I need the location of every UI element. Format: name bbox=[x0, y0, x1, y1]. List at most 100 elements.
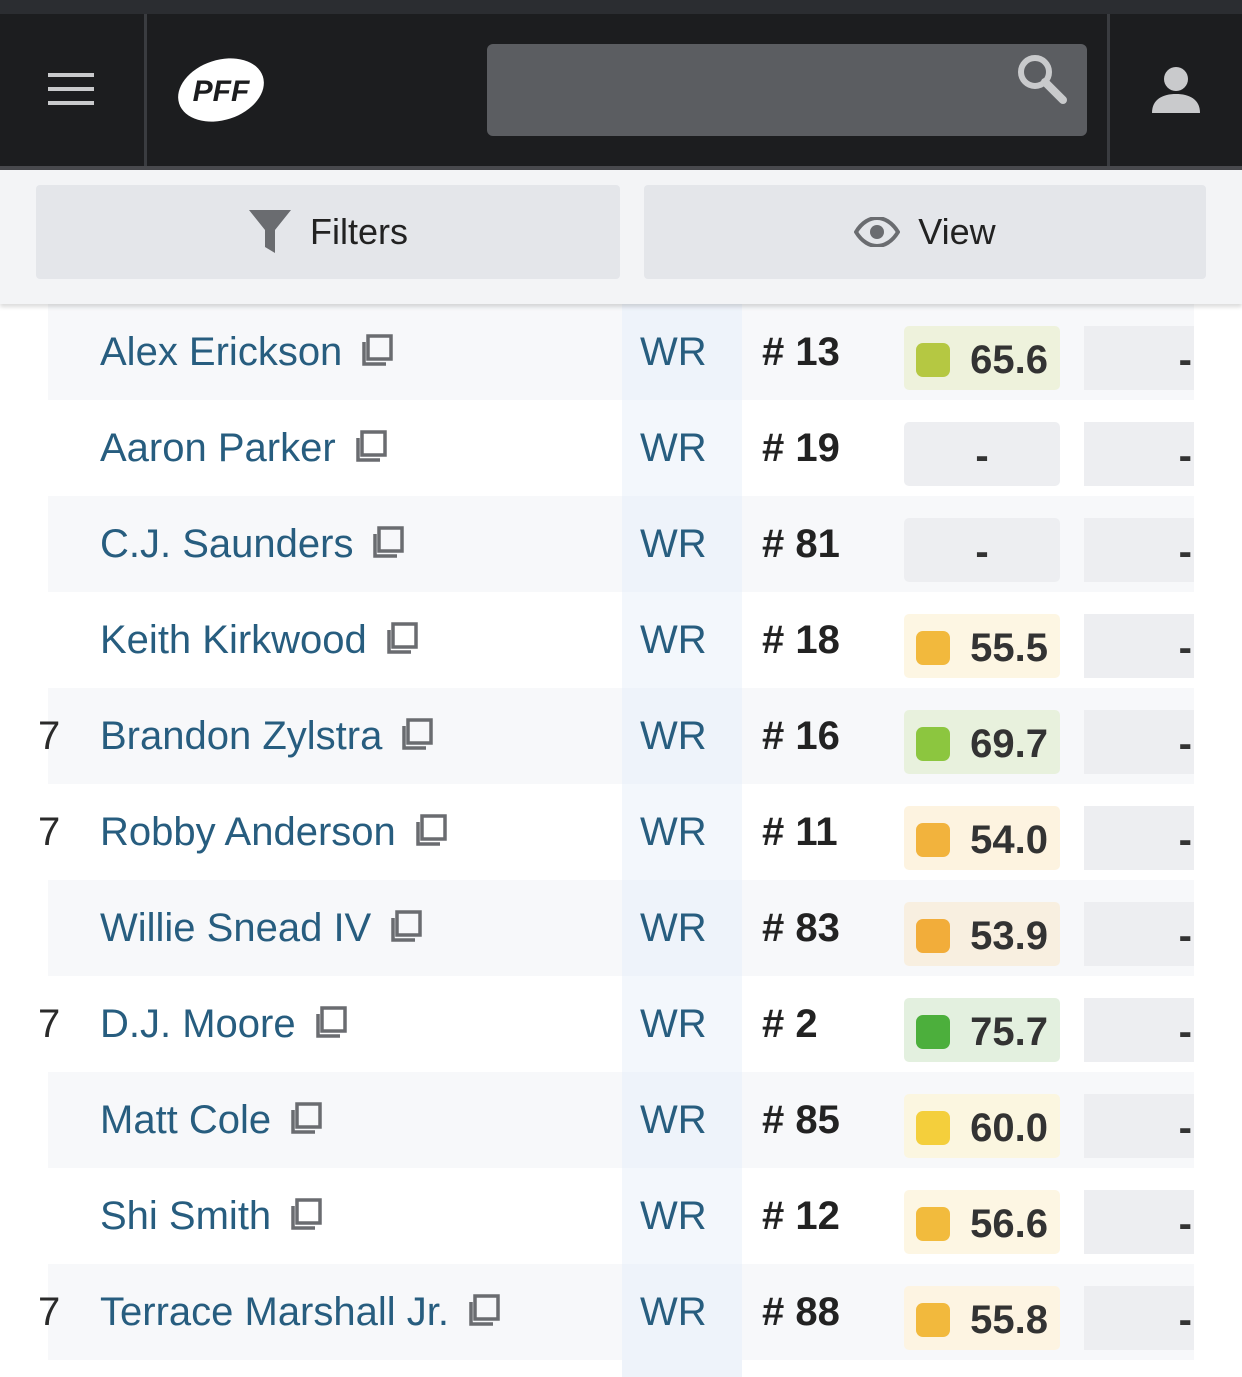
table-row[interactable]: 7 Terrace Marshall Jr. WR # 88 55.8 - bbox=[38, 1264, 1194, 1360]
player-name: C.J. Saunders bbox=[100, 521, 354, 566]
view-label: View bbox=[918, 211, 996, 252]
filters-label: Filters bbox=[310, 211, 408, 252]
position-label: WR bbox=[640, 426, 707, 470]
grade-color-swatch bbox=[916, 919, 950, 953]
position-label: WR bbox=[640, 330, 707, 374]
grade-color-swatch bbox=[916, 343, 950, 377]
logo-badge: PFF bbox=[178, 58, 264, 122]
search-input[interactable] bbox=[487, 44, 1087, 136]
stat-value: - bbox=[1178, 530, 1192, 574]
view-button[interactable]: View bbox=[644, 185, 1206, 279]
player-link[interactable]: Brandon Zylstra bbox=[100, 688, 434, 784]
player-name: Aaron Parker bbox=[100, 425, 336, 470]
table-row[interactable]: Matt Cole WR # 85 60.0 - bbox=[48, 1072, 1194, 1168]
row-prefix-text: 7 bbox=[38, 1290, 61, 1334]
table-row[interactable]: 7 D.J. Moore WR # 2 75.7 - bbox=[38, 976, 1194, 1072]
grade-value: - bbox=[975, 530, 989, 574]
grade-color-swatch bbox=[916, 1207, 950, 1241]
player-name: Terrace Marshall Jr. bbox=[100, 1289, 449, 1334]
jersey-number: # 11 bbox=[762, 810, 838, 854]
table-row[interactable]: 7 Brandon Zylstra WR # 16 69.7 - bbox=[38, 688, 1194, 784]
stat-value: - bbox=[1178, 1202, 1192, 1246]
player-name: Brandon Zylstra bbox=[100, 713, 383, 758]
filters-button[interactable]: Filters bbox=[36, 185, 620, 279]
player-link[interactable]: Terrace Marshall Jr. bbox=[100, 1264, 501, 1360]
grade-value: 65.6 bbox=[970, 338, 1048, 382]
open-in-new-window-icon[interactable] bbox=[396, 717, 434, 755]
grade-value: 55.8 bbox=[970, 1298, 1048, 1342]
stat-value: - bbox=[1178, 818, 1192, 862]
user-icon bbox=[1152, 67, 1200, 113]
menu-button[interactable] bbox=[0, 14, 147, 166]
jersey-number: # 16 bbox=[762, 714, 840, 758]
player-link[interactable]: D.J. Moore bbox=[100, 976, 348, 1072]
player-link[interactable]: Robby Anderson bbox=[100, 784, 448, 880]
grade-badge: 56.6 bbox=[904, 1190, 1060, 1254]
filter-icon bbox=[249, 210, 291, 253]
open-in-new-window-icon[interactable] bbox=[463, 1293, 501, 1331]
eye-icon bbox=[854, 217, 901, 247]
grade-color-swatch bbox=[916, 1111, 950, 1145]
player-link[interactable]: Keith Kirkwood bbox=[100, 592, 419, 688]
stat-cell: - bbox=[1084, 1094, 1194, 1158]
grade-badge: 60.0 bbox=[904, 1094, 1060, 1158]
player-name: Robby Anderson bbox=[100, 809, 396, 854]
account-button[interactable] bbox=[1107, 14, 1242, 166]
open-in-new-window-icon[interactable] bbox=[356, 333, 394, 371]
player-link[interactable]: C.J. Saunders bbox=[100, 496, 405, 592]
logo-text: PFF bbox=[193, 75, 250, 108]
open-in-new-window-icon[interactable] bbox=[310, 1005, 348, 1043]
grade-badge: 65.6 bbox=[904, 326, 1060, 390]
open-in-new-window-icon[interactable] bbox=[381, 621, 419, 659]
players-table: Alex Erickson WR # 13 65.6 - Aaron Parker WR # … bbox=[0, 304, 1242, 1377]
toolbar: Filters View bbox=[0, 170, 1242, 304]
player-link[interactable]: Shi Smith bbox=[100, 1168, 323, 1264]
player-name: D.J. Moore bbox=[100, 1001, 296, 1046]
search-box[interactable] bbox=[487, 44, 1087, 136]
open-in-new-window-icon[interactable] bbox=[385, 909, 423, 947]
open-in-new-window-icon[interactable] bbox=[350, 429, 388, 467]
grade-color-swatch bbox=[916, 727, 950, 761]
player-link[interactable]: Aaron Parker bbox=[100, 400, 388, 496]
open-in-new-window-icon[interactable] bbox=[367, 525, 405, 563]
row-prefix-text: 7 bbox=[38, 1002, 61, 1046]
grade-value: 53.9 bbox=[970, 914, 1048, 958]
jersey-number: # 88 bbox=[762, 1290, 840, 1334]
jersey-number: # 19 bbox=[762, 426, 840, 470]
position-label: WR bbox=[640, 714, 707, 758]
table-row[interactable]: Alex Erickson WR # 13 65.6 - bbox=[48, 304, 1194, 400]
player-link[interactable]: Willie Snead IV bbox=[100, 880, 423, 976]
open-in-new-window-icon[interactable] bbox=[285, 1197, 323, 1235]
position-label: WR bbox=[640, 1194, 707, 1238]
player-link[interactable]: Alex Erickson bbox=[100, 304, 394, 400]
player-link[interactable]: Matt Cole bbox=[100, 1072, 323, 1168]
open-in-new-window-icon[interactable] bbox=[410, 813, 448, 851]
grade-color-swatch bbox=[916, 1015, 950, 1049]
table-row[interactable]: Willie Snead IV WR # 83 53.9 - bbox=[48, 880, 1194, 976]
table-row[interactable]: Shi Smith WR # 12 56.6 - bbox=[48, 1168, 1194, 1264]
table-row[interactable]: C.J. Saunders WR # 81 - - bbox=[48, 496, 1194, 592]
position-label: WR bbox=[640, 906, 707, 950]
stat-cell: - bbox=[1084, 518, 1194, 582]
grade-badge: 53.9 bbox=[904, 902, 1060, 966]
stat-cell: - bbox=[1084, 902, 1194, 966]
stat-value: - bbox=[1178, 338, 1192, 382]
stat-value: - bbox=[1178, 434, 1192, 478]
table-row[interactable]: Aaron Parker WR # 19 - - bbox=[48, 400, 1194, 496]
open-in-new-window-icon[interactable] bbox=[285, 1101, 323, 1139]
grade-badge: 69.7 bbox=[904, 710, 1060, 774]
app-header: PFF bbox=[0, 14, 1242, 166]
table-row[interactable]: Keith Kirkwood WR # 18 55.5 - bbox=[48, 592, 1194, 688]
grade-value: 56.6 bbox=[970, 1202, 1048, 1246]
stat-value: - bbox=[1178, 722, 1192, 766]
search-icon[interactable] bbox=[1015, 52, 1069, 106]
grade-color-swatch bbox=[916, 631, 950, 665]
grade-value: 55.5 bbox=[970, 626, 1048, 670]
grade-value: - bbox=[975, 434, 989, 478]
pff-logo[interactable]: PFF bbox=[147, 14, 447, 166]
grade-badge: 55.5 bbox=[904, 614, 1060, 678]
stat-value: - bbox=[1178, 626, 1192, 670]
table-row[interactable]: 7 Robby Anderson WR # 11 54.0 - bbox=[38, 784, 1194, 880]
grade-color-swatch bbox=[916, 1303, 950, 1337]
hamburger-icon bbox=[48, 73, 94, 105]
